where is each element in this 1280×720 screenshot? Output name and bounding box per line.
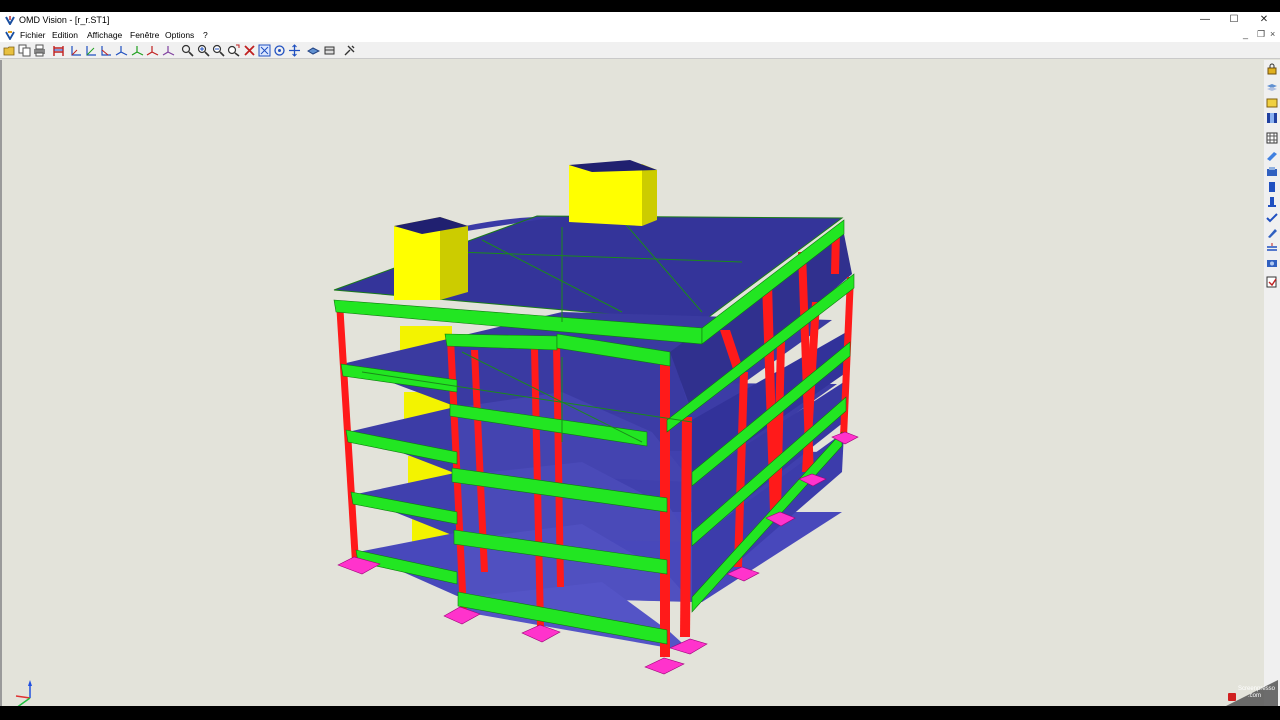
axis-iso4-icon[interactable] [162, 44, 175, 57]
right-toolbar [1264, 60, 1280, 706]
axis-xy-icon[interactable] [69, 44, 82, 57]
wall-icon[interactable] [1266, 112, 1278, 124]
report-icon[interactable] [1266, 276, 1278, 288]
3d-viewport[interactable] [0, 60, 1262, 706]
beam-icon[interactable] [1266, 151, 1278, 163]
lock-icon[interactable] [1266, 63, 1278, 75]
structure-model[interactable] [2, 60, 1264, 706]
watermark-line1: Screenpresso [1238, 686, 1276, 692]
axis-xz-icon[interactable] [84, 44, 97, 57]
layers-icon[interactable] [1266, 82, 1278, 94]
axis-iso3-icon[interactable] [146, 44, 159, 57]
rotate-icon[interactable] [273, 44, 286, 57]
mdi-minimize-button[interactable]: _ [1243, 29, 1248, 39]
menu-affichage[interactable]: Affichage [87, 30, 122, 40]
copy-icon[interactable] [18, 44, 31, 57]
app-window: OMD Vision - [r_r.ST1] — ☐ ✕ Fichier Edi… [0, 12, 1280, 706]
zoom-window-icon[interactable] [181, 44, 194, 57]
wireframe-icon[interactable] [323, 44, 336, 57]
screen-bottom-border [0, 706, 1280, 720]
menu-help[interactable]: ? [203, 30, 208, 40]
close-button[interactable]: ✕ [1249, 12, 1279, 29]
zoom-in-icon[interactable] [197, 44, 210, 57]
menu-bar: Fichier Edition Affichage Fenêtre Option… [0, 29, 1280, 42]
axis-yz-icon[interactable] [99, 44, 112, 57]
settings-icon[interactable] [343, 44, 356, 57]
screen-top-border [0, 0, 1280, 12]
pan-icon[interactable] [288, 44, 301, 57]
watermark-line2: .com [1248, 693, 1262, 699]
menu-fichier[interactable]: Fichier [20, 30, 46, 40]
grid-icon[interactable] [1266, 132, 1278, 144]
app-logo-icon [5, 16, 15, 25]
edit-icon[interactable] [1266, 227, 1278, 239]
section-icon[interactable] [1266, 196, 1278, 208]
column-icon[interactable] [1266, 166, 1278, 178]
mdi-close-button[interactable]: × [1270, 29, 1275, 39]
watermark-text: Screenpresso .com [1238, 686, 1275, 700]
check-icon[interactable] [1266, 212, 1278, 224]
main-toolbar [0, 42, 1280, 59]
axis-triad-icon [15, 680, 32, 706]
minimize-button[interactable]: — [1190, 12, 1220, 29]
render-icon[interactable] [307, 44, 320, 57]
foundation-icon[interactable] [1266, 181, 1278, 193]
screenpresso-watermark: Screenpresso .com [1218, 680, 1278, 706]
menu-options[interactable]: Options [165, 30, 194, 40]
structure-icon[interactable] [52, 44, 65, 57]
menu-edition[interactable]: Edition [52, 30, 78, 40]
maximize-button[interactable]: ☐ [1219, 12, 1249, 29]
title-bar: OMD Vision - [r_r.ST1] — ☐ ✕ [0, 12, 1280, 29]
window-title: OMD Vision - [r_r.ST1] [19, 15, 110, 25]
open-icon[interactable] [3, 44, 16, 57]
delete-icon[interactable] [243, 44, 256, 57]
axis-iso2-icon[interactable] [131, 44, 144, 57]
print-icon[interactable] [33, 44, 46, 57]
camera-icon[interactable] [1266, 257, 1278, 269]
menu-fenetre[interactable]: Fenêtre [130, 30, 159, 40]
axis-iso1-icon[interactable] [115, 44, 128, 57]
load-icon[interactable] [1266, 242, 1278, 254]
zoom-out-icon[interactable] [212, 44, 225, 57]
zoom-all-icon[interactable] [227, 44, 240, 57]
select-icon[interactable] [258, 44, 271, 57]
slab-icon[interactable] [1266, 97, 1278, 109]
document-icon[interactable] [5, 31, 15, 40]
mdi-restore-button[interactable]: ❐ [1257, 29, 1265, 40]
